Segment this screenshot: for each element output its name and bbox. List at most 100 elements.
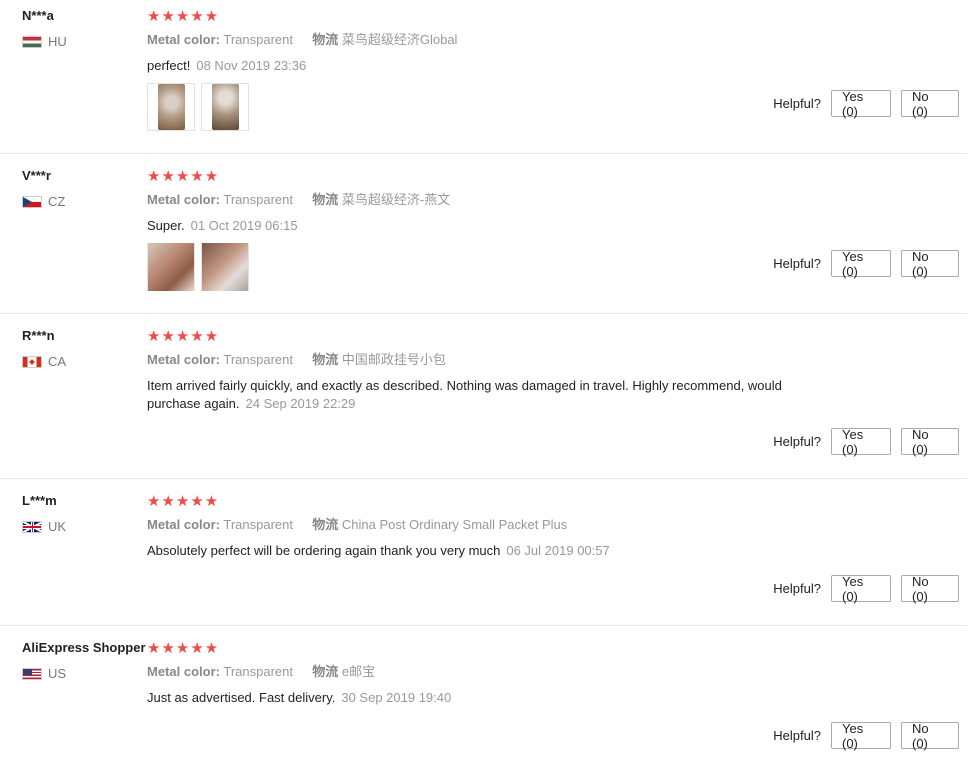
reviewer-name: N***a	[22, 8, 54, 23]
review-text: perfect!	[147, 58, 191, 73]
review-attributes: Metal color: Transparent 物流 中国邮政挂号小包	[147, 352, 967, 368]
reviewer-info: V***r CZ	[22, 168, 144, 209]
review-item: AliExpress Shopper US ★★★★★ Metal color:…	[0, 626, 967, 762]
metal-color-label: Metal color:	[147, 664, 220, 679]
review-text-line: Item arrived fairly quickly, and exactly…	[147, 377, 827, 413]
country-code: US	[48, 666, 67, 681]
shipping-value: China Post Ordinary Small Packet Plus	[341, 517, 568, 532]
helpful-votes: Helpful? Yes (0) No (0)	[773, 427, 959, 457]
helpful-votes: Helpful? Yes (0) No (0)	[773, 574, 959, 604]
shipping-label: 物流	[312, 352, 339, 367]
review-attributes: Metal color: Transparent 物流 China Post O…	[147, 517, 967, 533]
photo-image	[148, 243, 194, 291]
metal-color-value: Transparent	[223, 352, 293, 367]
photo-image	[202, 243, 248, 291]
review-photo-thumb[interactable]	[201, 243, 249, 291]
shipping-value: 中国邮政挂号小包	[341, 352, 446, 367]
helpful-label: Helpful?	[773, 434, 821, 449]
metal-color-label: Metal color:	[147, 192, 220, 207]
review-date: 08 Nov 2019 23:36	[196, 58, 307, 73]
review-content: ★★★★★ Metal color: Transparent 物流 China …	[147, 494, 967, 560]
helpful-yes-button[interactable]: Yes (0)	[831, 89, 891, 119]
reviewer-name: L***m	[22, 493, 57, 508]
canada-flag-icon	[22, 355, 42, 368]
metal-color-value: Transparent	[223, 517, 293, 532]
helpful-no-button[interactable]: No (0)	[901, 427, 959, 457]
review-attributes: Metal color: Transparent 物流 菜鸟超级经济-燕文	[147, 192, 967, 208]
metal-color-value: Transparent	[223, 32, 293, 47]
review-text: Item arrived fairly quickly, and exactly…	[147, 378, 782, 411]
reviewer-info: L***m UK	[22, 493, 144, 534]
stars-icon: ★★★★★	[147, 8, 220, 25]
reviewer-country: CZ	[22, 194, 144, 209]
review-item: V***r CZ ★★★★★ Metal color: Transparent …	[0, 154, 967, 314]
review-date: 01 Oct 2019 06:15	[190, 218, 298, 233]
helpful-yes-button[interactable]: Yes (0)	[831, 574, 891, 604]
reviewer-name: AliExpress Shopper	[22, 640, 146, 655]
helpful-label: Helpful?	[773, 581, 821, 596]
czech-flag-icon	[22, 195, 42, 208]
uk-flag-icon	[22, 520, 42, 533]
reviewer-info: AliExpress Shopper US	[22, 640, 146, 681]
shipping-value: 菜鸟超级经济-燕文	[341, 192, 451, 207]
helpful-label: Helpful?	[773, 728, 821, 743]
metal-color-label: Metal color:	[147, 517, 220, 532]
reviewer-info: N***a HU	[22, 8, 144, 49]
review-item: L***m UK ★★★★★ Metal color: Transparent	[0, 479, 967, 626]
helpful-yes-button[interactable]: Yes (0)	[831, 427, 891, 457]
review-date: 24 Sep 2019 22:29	[245, 396, 356, 411]
star-rating: ★★★★★	[147, 641, 967, 657]
metal-color-value: Transparent	[223, 664, 293, 679]
reviews-list: N***a HU ★★★★★ Metal color: Transparent …	[0, 0, 975, 762]
review-text-line: Absolutely perfect will be ordering agai…	[147, 542, 827, 560]
shipping-label: 物流	[312, 664, 339, 679]
reviewer-country: UK	[22, 519, 144, 534]
star-rating: ★★★★★	[147, 494, 967, 510]
review-content: ★★★★★ Metal color: Transparent 物流 e邮宝 Ju…	[147, 641, 967, 707]
us-flag-icon	[22, 667, 42, 680]
helpful-label: Helpful?	[773, 256, 821, 271]
star-rating: ★★★★★	[147, 329, 967, 345]
review-text: Just as advertised. Fast delivery.	[147, 690, 336, 705]
review-date: 06 Jul 2019 00:57	[506, 543, 610, 558]
photo-image	[157, 84, 185, 130]
review-text: Absolutely perfect will be ordering agai…	[147, 543, 501, 558]
reviewer-country: CA	[22, 354, 144, 369]
stars-icon: ★★★★★	[147, 493, 220, 510]
shipping-label: 物流	[312, 517, 339, 532]
review-text-line: Super. 01 Oct 2019 06:15	[147, 217, 827, 235]
helpful-yes-button[interactable]: Yes (0)	[831, 249, 891, 279]
review-item: R***n CA ★★★★★ Metal color: Transparent …	[0, 314, 967, 479]
shipping-label: 物流	[312, 192, 339, 207]
helpful-no-button[interactable]: No (0)	[901, 249, 959, 279]
review-text-line: Just as advertised. Fast delivery. 30 Sep…	[147, 689, 827, 707]
metal-color-label: Metal color:	[147, 32, 220, 47]
review-item: N***a HU ★★★★★ Metal color: Transparent …	[0, 0, 967, 154]
reviewer-info: R***n CA	[22, 328, 144, 369]
metal-color-label: Metal color:	[147, 352, 220, 367]
review-content: ★★★★★ Metal color: Transparent 物流 中国邮政挂号…	[147, 329, 967, 413]
review-photo-thumb[interactable]	[147, 83, 195, 131]
reviewer-country: HU	[22, 34, 144, 49]
helpful-no-button[interactable]: No (0)	[901, 574, 959, 604]
reviewer-country: US	[22, 666, 144, 681]
review-text: Super.	[147, 218, 185, 233]
review-attributes: Metal color: Transparent 物流 菜鸟超级经济Global	[147, 32, 967, 48]
review-text-line: perfect! 08 Nov 2019 23:36	[147, 57, 827, 75]
review-photo-thumb[interactable]	[147, 243, 195, 291]
reviewer-name: R***n	[22, 328, 55, 343]
review-photo-thumb[interactable]	[201, 83, 249, 131]
photo-image	[211, 84, 239, 130]
shipping-value: 菜鸟超级经济Global	[341, 32, 458, 47]
hungary-flag-icon	[22, 35, 42, 48]
star-rating: ★★★★★	[147, 169, 967, 185]
stars-icon: ★★★★★	[147, 640, 220, 657]
helpful-votes: Helpful? Yes (0) No (0)	[773, 249, 959, 279]
review-date: 30 Sep 2019 19:40	[341, 690, 452, 705]
helpful-no-button[interactable]: No (0)	[901, 721, 959, 751]
helpful-votes: Helpful? Yes (0) No (0)	[773, 89, 959, 119]
helpful-no-button[interactable]: No (0)	[901, 89, 959, 119]
country-code: HU	[48, 34, 67, 49]
helpful-votes: Helpful? Yes (0) No (0)	[773, 721, 959, 751]
helpful-yes-button[interactable]: Yes (0)	[831, 721, 891, 751]
